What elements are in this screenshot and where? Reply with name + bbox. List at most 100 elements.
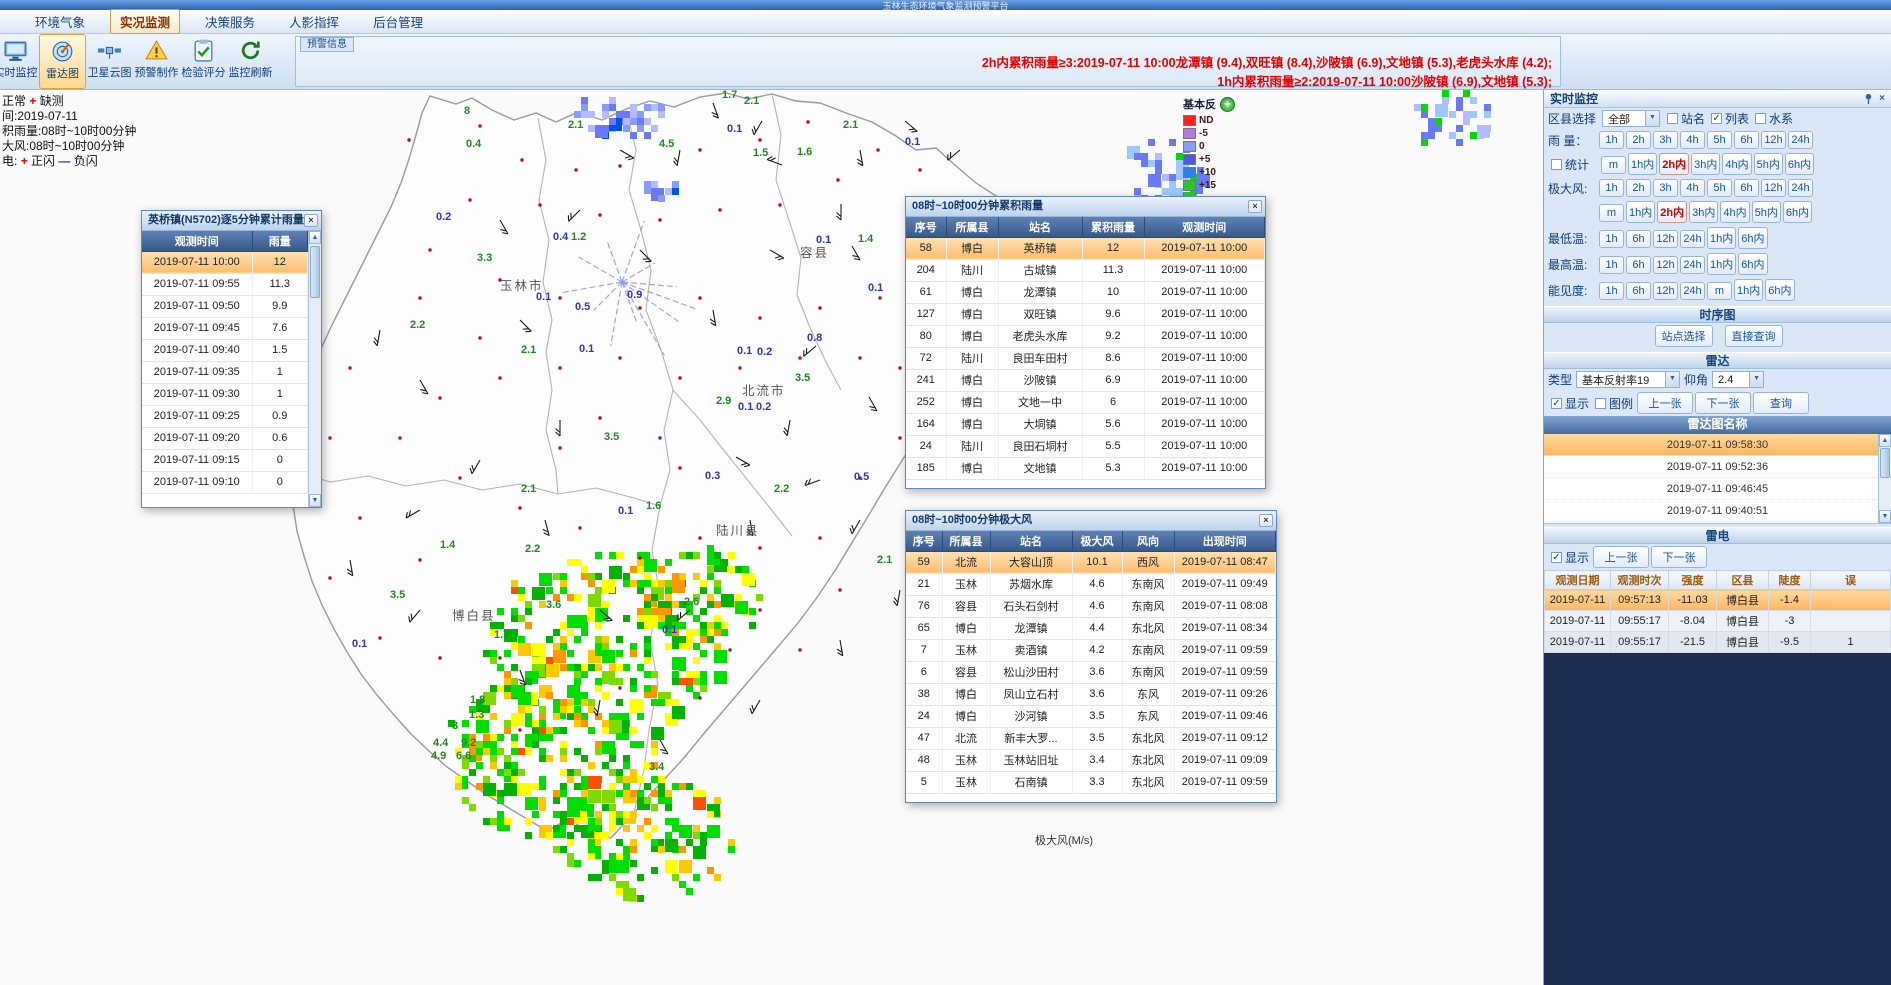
range-button-6h[interactable]: 6h bbox=[1626, 230, 1651, 248]
scroll-down-icon[interactable]: ▼ bbox=[309, 494, 321, 507]
range-button-1h内[interactable]: 1h内 bbox=[1626, 201, 1655, 223]
range-button-5h内[interactable]: 5h内 bbox=[1754, 153, 1783, 175]
table-row[interactable]: 21玉林苏烟水库4.6东南风2019-07-11 09:49 bbox=[906, 573, 1276, 595]
close-icon[interactable]: × bbox=[304, 214, 318, 227]
range-button-1h内[interactable]: 1h内 bbox=[1707, 227, 1736, 249]
range-button-1h[interactable]: 1h bbox=[1599, 230, 1624, 248]
range-button-12h[interactable]: 12h bbox=[1761, 179, 1786, 197]
table-row[interactable]: 2019-07-11 09:250.9 bbox=[142, 405, 308, 427]
range-button-3h内[interactable]: 3h内 bbox=[1689, 201, 1718, 223]
scrollbar[interactable]: ▲ ▼ bbox=[1878, 434, 1891, 523]
direct-query-button[interactable]: 直接查询 bbox=[1725, 325, 1783, 347]
scroll-up-icon[interactable]: ▲ bbox=[1879, 434, 1891, 447]
range-button-6h[interactable]: 6h bbox=[1626, 256, 1651, 274]
radar-image-item[interactable]: 2019-07-11 09:58:30 bbox=[1544, 434, 1891, 456]
radar-elevation-select[interactable]: 2.4▼ bbox=[1712, 371, 1764, 388]
range-button-1h[interactable]: 1h bbox=[1599, 131, 1624, 149]
warning-tab[interactable]: 预警信息 bbox=[300, 37, 354, 52]
menu-tab-决策服务[interactable]: 决策服务 bbox=[196, 10, 264, 33]
menu-tab-人影指挥[interactable]: 人影指挥 bbox=[280, 10, 348, 33]
table-row[interactable]: 47北流新丰大罗...3.5东北风2019-07-11 09:12 bbox=[906, 727, 1276, 749]
range-button-3h[interactable]: 3h bbox=[1653, 179, 1678, 197]
table-row[interactable]: 204陆川古城镇11.32019-07-11 10:00 bbox=[906, 259, 1265, 281]
range-button-6h内[interactable]: 6h内 bbox=[1738, 253, 1767, 275]
table-row[interactable]: 38博白凤山立石村3.6东风2019-07-11 09:26 bbox=[906, 683, 1276, 705]
range-button-6h内[interactable]: 6h内 bbox=[1765, 279, 1794, 301]
range-button-2h内[interactable]: 2h内 bbox=[1659, 153, 1689, 175]
scroll-thumb[interactable] bbox=[310, 246, 320, 298]
range-button-12h[interactable]: 12h bbox=[1653, 230, 1678, 248]
range-button-4h内[interactable]: 4h内 bbox=[1722, 153, 1751, 175]
table-row[interactable]: 5玉林石南镇3.3东北风2019-07-11 09:59 bbox=[906, 771, 1276, 793]
table-row[interactable]: 2019-07-11 09:100 bbox=[142, 471, 308, 493]
toolbar-button-卫星云图[interactable]: 卫星云图 bbox=[86, 34, 133, 89]
table-row[interactable]: 2019-07-11 09:401.5 bbox=[142, 339, 308, 361]
radar-image-item[interactable]: 2019-07-11 09:52:36 bbox=[1544, 456, 1891, 478]
window-max-wind[interactable]: 08时~10时00分钟极大风 × 序号所属县站名极大风风向出现时间59北流大容山… bbox=[905, 510, 1277, 803]
table-row[interactable]: 2019-07-11 09:5511.3 bbox=[142, 273, 308, 295]
lightning-prev-button[interactable]: 上一张 bbox=[1593, 546, 1649, 568]
toolbar-button-实时监控[interactable]: 实时监控 bbox=[0, 34, 39, 89]
range-button-6h[interactable]: 6h bbox=[1734, 131, 1759, 149]
window-rain-5min[interactable]: 英桥镇(N5702)逐5分钟累计雨量 × 观测时间雨量2019-07-11 10… bbox=[141, 210, 322, 508]
window-accum-rain[interactable]: 08时~10时00分钟累积雨量 × 序号所属县站名累积雨量观测时间58博白英桥镇… bbox=[905, 196, 1266, 489]
table-row[interactable]: 2019-07-11 09:457.6 bbox=[142, 317, 308, 339]
scroll-thumb[interactable] bbox=[1880, 448, 1890, 478]
table-row[interactable]: 2019-07-11 09:150 bbox=[142, 449, 308, 471]
range-button-1h内[interactable]: 1h内 bbox=[1628, 153, 1657, 175]
range-button-3h[interactable]: 3h bbox=[1653, 131, 1678, 149]
range-button-2h[interactable]: 2h bbox=[1626, 179, 1651, 197]
table-row[interactable]: 164博白大垌镇5.62019-07-11 10:00 bbox=[906, 413, 1265, 435]
scroll-down-icon[interactable]: ▼ bbox=[1879, 510, 1891, 523]
range-button-5h内[interactable]: 5h内 bbox=[1752, 201, 1781, 223]
range-button-6h内[interactable]: 6h内 bbox=[1785, 153, 1814, 175]
range-button-4h[interactable]: 4h bbox=[1680, 131, 1705, 149]
range-button-2h[interactable]: 2h bbox=[1626, 131, 1651, 149]
table-row[interactable]: 6容县松山沙田村3.6东南风2019-07-11 09:59 bbox=[906, 661, 1276, 683]
lightning-next-button[interactable]: 下一张 bbox=[1651, 546, 1707, 568]
range-button-24h[interactable]: 24h bbox=[1788, 179, 1813, 197]
toolbar-button-雷达图[interactable]: 雷达图 bbox=[39, 34, 86, 89]
checkbox-water[interactable]: 水系 bbox=[1755, 110, 1793, 127]
table-row[interactable]: 2019-07-11 09:301 bbox=[142, 383, 308, 405]
window-rain-5min-title[interactable]: 英桥镇(N5702)逐5分钟累计雨量 × bbox=[142, 211, 321, 231]
table-row[interactable]: 2019-07-11 09:351 bbox=[142, 361, 308, 383]
table-row[interactable]: 241博白沙陂镇6.92019-07-11 10:00 bbox=[906, 369, 1265, 391]
table-row[interactable]: 2019-07-1109:55:17-21.5博白县-9.51 bbox=[1545, 632, 1891, 653]
checkbox-list[interactable]: ✓列表 bbox=[1711, 110, 1749, 127]
range-button-2h内[interactable]: 2h内 bbox=[1657, 201, 1687, 223]
table-row[interactable]: 252博白文地一中62019-07-11 10:00 bbox=[906, 391, 1265, 413]
station-select-button[interactable]: 站点选择 bbox=[1655, 325, 1713, 347]
range-button-4h[interactable]: 4h bbox=[1680, 179, 1705, 197]
table-row[interactable]: 58博白英桥镇122019-07-11 10:00 bbox=[906, 237, 1265, 259]
radar-image-item[interactable]: 2019-07-11 09:46:45 bbox=[1544, 478, 1891, 500]
checkbox-lightning-show[interactable]: ✓显示 bbox=[1551, 549, 1589, 566]
range-button-5h[interactable]: 5h bbox=[1707, 179, 1732, 197]
table-row[interactable]: 7玉林卖酒镇4.2东南风2019-07-11 09:59 bbox=[906, 639, 1276, 661]
radar-next-button[interactable]: 下一张 bbox=[1695, 392, 1751, 414]
close-icon[interactable]: × bbox=[1259, 514, 1273, 527]
table-row[interactable]: 2019-07-1109:55:17-8.04博白县-3 bbox=[1545, 611, 1891, 632]
range-button-3h内[interactable]: 3h内 bbox=[1691, 153, 1720, 175]
range-button-12h[interactable]: 12h bbox=[1761, 131, 1786, 149]
radar-image-item[interactable]: 2019-07-11 09:40:51 bbox=[1544, 500, 1891, 522]
range-button-1h内[interactable]: 1h内 bbox=[1734, 279, 1763, 301]
range-button-6h内[interactable]: 6h内 bbox=[1783, 201, 1812, 223]
range-button-24h[interactable]: 24h bbox=[1788, 131, 1813, 149]
range-button-m[interactable]: m bbox=[1707, 282, 1732, 300]
table-row[interactable]: 24陆川良田石垌村5.52019-07-11 10:00 bbox=[906, 435, 1265, 457]
range-button-24h[interactable]: 24h bbox=[1680, 282, 1705, 300]
range-button-1h[interactable]: 1h bbox=[1599, 282, 1624, 300]
checkbox-statistics[interactable]: 统计 bbox=[1551, 156, 1597, 173]
table-row[interactable]: 2019-07-11 09:200.6 bbox=[142, 427, 308, 449]
range-button-5h[interactable]: 5h bbox=[1707, 131, 1732, 149]
range-button-24h[interactable]: 24h bbox=[1680, 230, 1705, 248]
menu-tab-环境气象[interactable]: 环境气象 bbox=[26, 10, 94, 33]
county-select[interactable]: 全部▼ bbox=[1602, 110, 1660, 127]
toolbar-button-检验评分[interactable]: 检验评分 bbox=[180, 34, 227, 89]
menu-tab-实况监测[interactable]: 实况监测 bbox=[110, 9, 180, 34]
range-button-6h[interactable]: 6h bbox=[1626, 282, 1651, 300]
range-button-4h内[interactable]: 4h内 bbox=[1720, 201, 1749, 223]
table-row[interactable]: 2019-07-11 10:0012 bbox=[142, 251, 308, 273]
checkbox-radar-show[interactable]: ✓显示 bbox=[1551, 395, 1589, 412]
